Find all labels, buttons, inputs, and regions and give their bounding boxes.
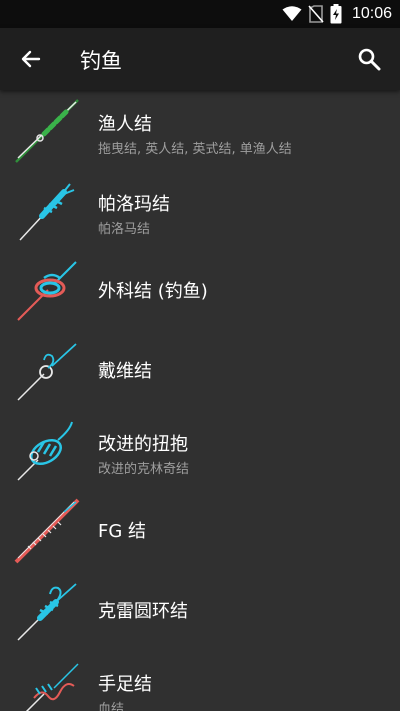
davy-knot-icon [17, 343, 77, 401]
screen: 10:06 钓鱼 渔人结 拖曳结, 英人结, 英式结, 单渔人结 帕洛玛结 帕洛… [0, 0, 400, 711]
surgeons-knot-icon [17, 261, 77, 321]
knot-title: 克雷圆环结 [98, 601, 188, 622]
knot-subtitle: 帕洛马结 [98, 222, 151, 237]
knot-title: 手足结 [98, 674, 152, 695]
knot-subtitle: 拖曳结, 英人结, 英式结, 单渔人结 [98, 142, 292, 157]
page-title: 钓鱼 [80, 49, 122, 73]
status-time: 10:06 [351, 5, 392, 22]
uni-knot-icon [17, 583, 77, 641]
list-item[interactable]: 渔人结 拖曳结, 英人结, 英式结, 单渔人结 [0, 90, 400, 170]
fishermans-knot-icon [15, 99, 79, 163]
no-sim-icon [308, 5, 324, 23]
list-item[interactable]: 手足结 血结 [0, 650, 400, 711]
improved-clinch-knot-icon [17, 421, 73, 481]
list-item[interactable]: 外科结 (钓鱼) [0, 250, 400, 330]
knot-title: 渔人结 [98, 114, 152, 135]
knot-title: 帕洛玛结 [98, 194, 170, 215]
blood-knot-icon [25, 663, 79, 711]
knot-title: 改进的扭抱 [98, 434, 188, 455]
list-item[interactable]: 戴维结 [0, 330, 400, 410]
search-icon [358, 48, 381, 71]
wifi-icon [282, 6, 302, 21]
arrow-left-icon [21, 50, 41, 68]
palomar-knot-icon [19, 183, 75, 241]
status-icons: 10:06 [282, 4, 392, 24]
back-button[interactable] [12, 40, 50, 78]
knot-list: 渔人结 拖曳结, 英人结, 英式结, 单渔人结 帕洛玛结 帕洛马结 外科结 (钓… [0, 90, 400, 711]
knot-subtitle: 改进的克林奇结 [98, 462, 190, 477]
search-button[interactable] [350, 40, 388, 78]
battery-charging-icon [330, 4, 342, 24]
knot-subtitle: 血结 [98, 702, 125, 711]
knot-title: 戴维结 [98, 361, 152, 382]
knot-title: 外科结 (钓鱼) [98, 281, 208, 302]
status-bar: 10:06 [0, 0, 400, 28]
list-item[interactable]: FG 结 [0, 490, 400, 570]
fg-knot-icon [14, 498, 80, 564]
list-item[interactable]: 帕洛玛结 帕洛马结 [0, 170, 400, 250]
list-item[interactable]: 克雷圆环结 [0, 570, 400, 650]
list-item[interactable]: 改进的扭抱 改进的克林奇结 [0, 410, 400, 490]
knot-title: FG 结 [98, 521, 147, 542]
app-bar: 钓鱼 [0, 28, 400, 90]
